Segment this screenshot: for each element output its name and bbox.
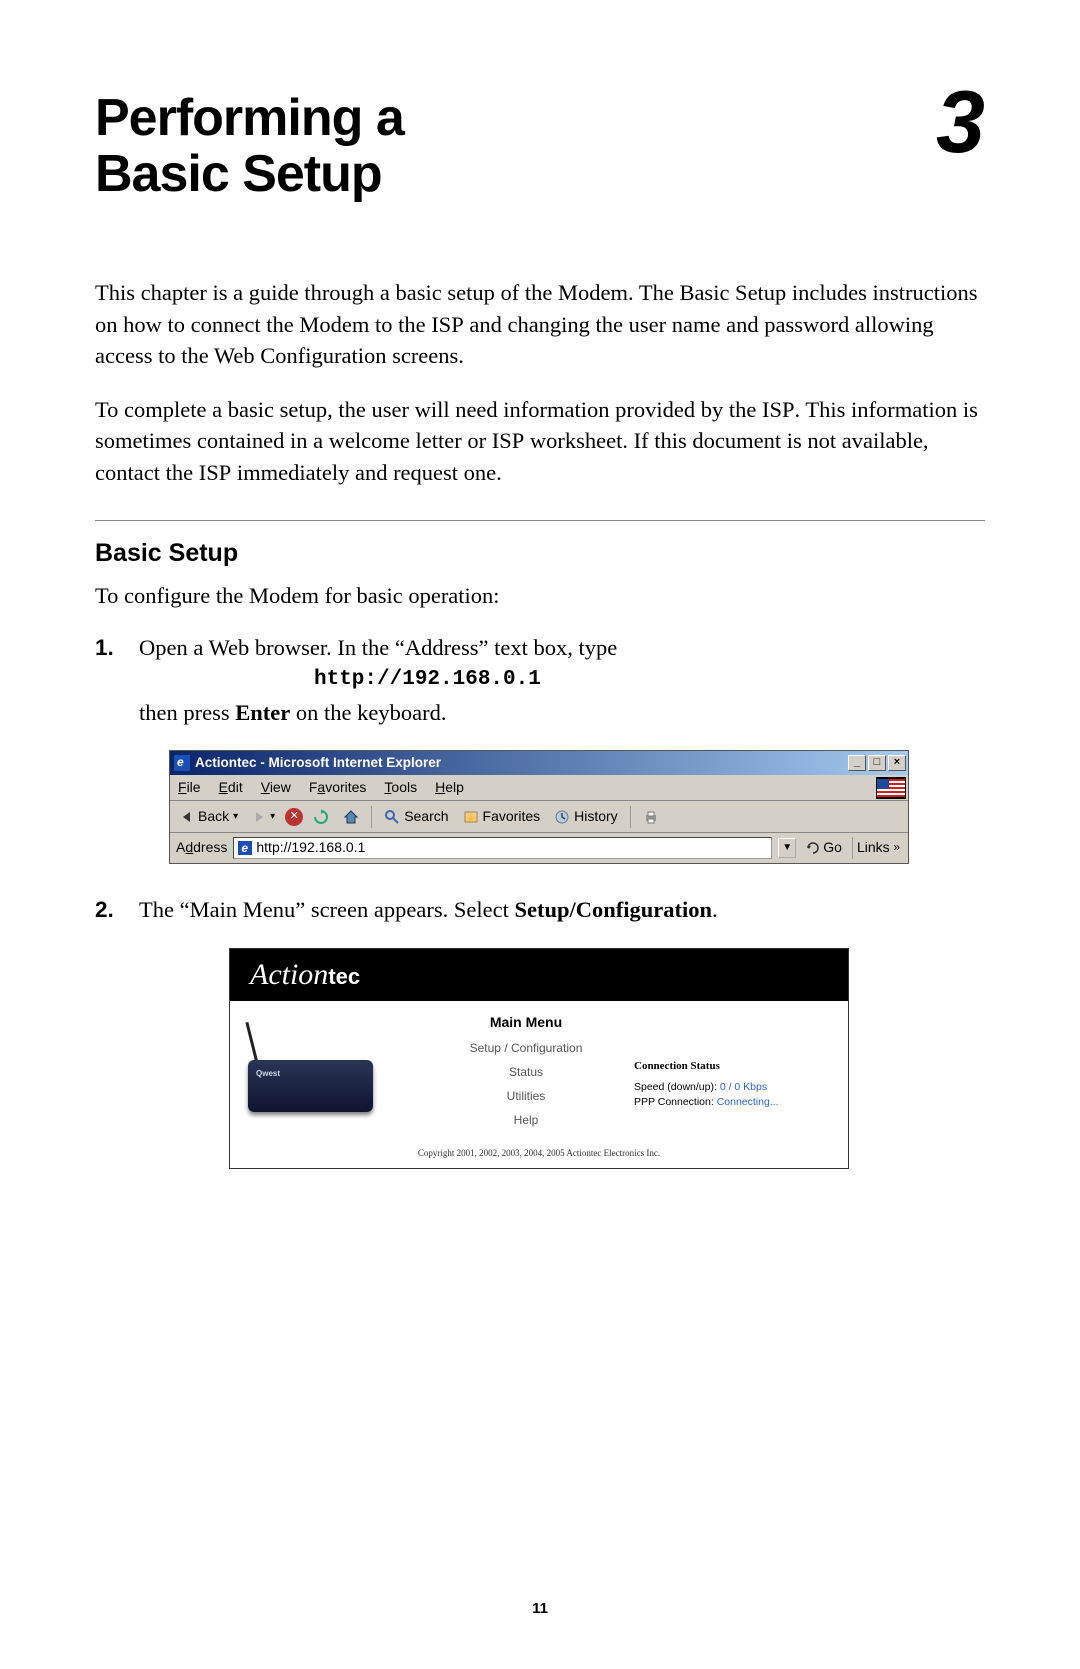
menu-file[interactable]: File — [178, 778, 201, 798]
history-icon — [554, 809, 570, 825]
history-button[interactable]: History — [550, 805, 622, 829]
ppp-label: PPP Connection: — [634, 1096, 717, 1108]
menu-edit[interactable]: Edit — [219, 778, 243, 798]
chapter-title: Performing a Basic Setup — [95, 90, 404, 202]
address-dropdown[interactable]: ▼ — [778, 838, 796, 858]
ie-addressbar: Address http://192.168.0.1 ▼ Go Links » — [170, 833, 908, 863]
ie-window: Actiontec - Microsoft Internet Explorer … — [169, 750, 909, 864]
menu-setup-configuration[interactable]: Setup / Configuration — [426, 1040, 626, 1057]
actiontec-window: Actiontec Qwest Main Menu Setup / Config… — [229, 948, 849, 1169]
close-button[interactable]: × — [888, 755, 906, 771]
favorites-button[interactable]: Favorites — [459, 805, 545, 829]
menu-utilities[interactable]: Utilities — [426, 1088, 626, 1105]
ie-titlebar: Actiontec - Microsoft Internet Explorer … — [170, 751, 908, 775]
print-button[interactable] — [639, 807, 663, 827]
back-arrow-icon — [180, 810, 194, 824]
ppp-value: Connecting... — [717, 1096, 779, 1108]
favorites-icon — [463, 809, 479, 825]
ie-throbber-icon — [876, 777, 906, 799]
menu-help[interactable]: Help — [435, 778, 464, 798]
address-label: Address — [176, 838, 227, 858]
forward-button[interactable]: ▾ — [248, 808, 279, 826]
ie-title-text: Actiontec - Microsoft Internet Explorer — [195, 754, 441, 773]
modem-image: Qwest — [238, 1021, 378, 1116]
menu-tools[interactable]: Tools — [384, 778, 417, 798]
main-menu-list: Main Menu Setup / Configuration Status U… — [426, 1013, 626, 1136]
page-icon — [238, 841, 252, 855]
connection-status-heading: Connection Status — [634, 1059, 840, 1074]
actiontec-header: Actiontec — [230, 949, 848, 1001]
actiontec-logo: Actiontec — [250, 954, 360, 996]
connection-status-panel: Connection Status Speed (down/up): 0 / 0… — [634, 1013, 840, 1136]
menu-view[interactable]: View — [261, 778, 291, 798]
main-menu-title: Main Menu — [426, 1013, 626, 1033]
menu-help[interactable]: Help — [426, 1112, 626, 1129]
refresh-button[interactable] — [309, 807, 333, 827]
chapter-number: 3 — [936, 82, 985, 161]
intro-paragraph-2: To complete a basic setup, the user will… — [95, 394, 985, 489]
menu-status[interactable]: Status — [426, 1064, 626, 1081]
speed-value: 0 / 0 Kbps — [720, 1081, 767, 1093]
minimize-button[interactable]: _ — [848, 755, 866, 771]
section-divider — [95, 520, 985, 521]
search-icon — [384, 809, 400, 825]
chapter-title-line1: Performing a — [95, 89, 404, 147]
go-button[interactable]: Go — [802, 838, 846, 858]
address-input[interactable]: http://192.168.0.1 — [233, 837, 772, 859]
step-1-url: http://192.168.0.1 — [139, 665, 985, 694]
section-intro: To configure the Modem for basic operati… — [95, 580, 985, 612]
ie-toolbar: Back ▾ ▾ ✕ Search — [170, 801, 908, 833]
refresh-icon — [313, 809, 329, 825]
speed-label: Speed (down/up): — [634, 1081, 720, 1093]
actiontec-copyright: Copyright 2001, 2002, 2003, 2004, 2005 A… — [238, 1143, 840, 1160]
address-value: http://192.168.0.1 — [256, 838, 365, 858]
maximize-button[interactable]: □ — [868, 755, 886, 771]
step-2: The “Main Menu” screen appears. Select S… — [95, 894, 985, 1169]
modem-brand-label: Qwest — [256, 1068, 280, 1079]
stop-button[interactable]: ✕ — [285, 808, 303, 826]
chapter-title-line2: Basic Setup — [95, 145, 382, 203]
intro-paragraph-1: This chapter is a guide through a basic … — [95, 277, 985, 372]
section-heading: Basic Setup — [95, 539, 985, 568]
go-icon — [806, 841, 820, 855]
ie-menubar: File Edit View Favorites Tools Help — [170, 775, 908, 801]
print-icon — [643, 809, 659, 825]
page-number: 11 — [0, 1600, 1080, 1617]
search-button[interactable]: Search — [380, 805, 452, 829]
home-icon — [343, 809, 359, 825]
forward-arrow-icon — [252, 810, 266, 824]
ie-app-icon — [174, 755, 190, 771]
links-button[interactable]: Links » — [852, 837, 904, 859]
back-button[interactable]: Back ▾ — [176, 805, 242, 829]
step-1: Open a Web browser. In the “Address” tex… — [95, 632, 985, 864]
menu-favorites[interactable]: Favorites — [309, 778, 367, 798]
home-button[interactable] — [339, 807, 363, 827]
